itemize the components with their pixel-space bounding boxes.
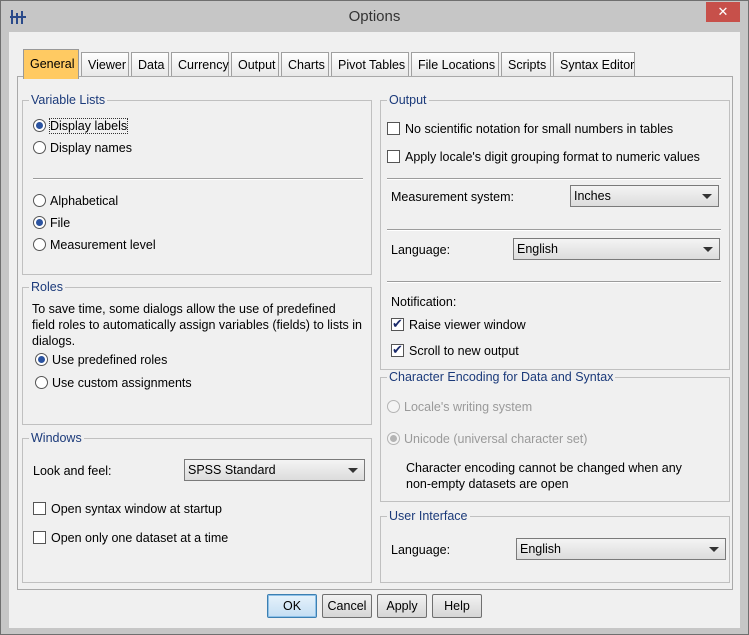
tab-charts[interactable]: Charts xyxy=(281,52,329,78)
tab-file-locations[interactable]: File Locations xyxy=(411,52,499,78)
use-predefined-roles-option[interactable]: Use predefined roles xyxy=(35,352,167,368)
encoding-note: Character encoding cannot be changed whe… xyxy=(406,461,682,491)
alphabetical-radio[interactable] xyxy=(33,194,46,207)
open-syntax-window-checkbox[interactable] xyxy=(33,502,46,515)
tab-currency[interactable]: Currency xyxy=(171,52,229,78)
display-names-radio[interactable] xyxy=(33,141,46,154)
options-dialog: Options ✕ General Viewer Data Currency O… xyxy=(0,0,749,635)
cancel-button[interactable]: Cancel xyxy=(322,594,372,618)
ui-language-label: Language: xyxy=(391,543,451,557)
chevron-down-icon xyxy=(702,194,712,199)
character-encoding-legend: Character Encoding for Data and Syntax xyxy=(387,370,616,384)
tab-viewer[interactable]: Viewer xyxy=(81,52,129,78)
output-group: Output No scientific notation for small … xyxy=(380,93,730,370)
tab-data[interactable]: Data xyxy=(131,52,169,78)
user-interface-group: User Interface Language: English xyxy=(380,509,730,583)
output-language-dropdown[interactable]: English xyxy=(513,238,720,260)
use-predefined-roles-radio[interactable] xyxy=(35,353,48,366)
roles-description: To save time, some dialogs allow the use… xyxy=(32,302,362,348)
character-encoding-group: Character Encoding for Data and Syntax L… xyxy=(380,370,730,502)
window-title: Options xyxy=(348,8,401,25)
ok-button[interactable]: OK xyxy=(267,594,317,618)
look-and-feel-label: Look and feel: xyxy=(33,464,112,478)
close-button[interactable]: ✕ xyxy=(706,2,740,22)
ui-language-dropdown[interactable]: English xyxy=(516,538,726,560)
no-scientific-notation-checkbox[interactable] xyxy=(387,122,400,135)
apply-locale-grouping-option[interactable]: Apply locale's digit grouping format to … xyxy=(387,149,700,165)
measurement-system-label: Measurement system: xyxy=(391,190,514,204)
use-custom-assignments-radio[interactable] xyxy=(35,376,48,389)
locale-writing-system-option[interactable]: Locale's writing system xyxy=(387,399,532,415)
unicode-option[interactable]: Unicode (universal character set) xyxy=(387,431,587,447)
help-button[interactable]: Help xyxy=(432,594,482,618)
output-separator-2 xyxy=(387,229,721,231)
measurement-level-option[interactable]: Measurement level xyxy=(33,237,156,253)
tab-output[interactable]: Output xyxy=(231,52,279,78)
output-separator-3 xyxy=(387,281,721,283)
use-custom-assignments-option[interactable]: Use custom assignments xyxy=(35,375,192,391)
apply-locale-grouping-checkbox[interactable] xyxy=(387,150,400,163)
tab-scripts[interactable]: Scripts xyxy=(501,52,551,78)
display-labels-option[interactable]: Display labels xyxy=(33,118,129,134)
chevron-down-icon xyxy=(703,247,713,252)
scroll-to-new-output-checkbox[interactable] xyxy=(391,342,404,358)
no-scientific-notation-option[interactable]: No scientific notation for small numbers… xyxy=(387,121,673,137)
open-syntax-window-option[interactable]: Open syntax window at startup xyxy=(33,501,222,517)
display-names-option[interactable]: Display names xyxy=(33,140,132,156)
roles-legend: Roles xyxy=(29,280,65,294)
tab-pivot-tables[interactable]: Pivot Tables xyxy=(331,52,409,78)
measurement-level-radio[interactable] xyxy=(33,238,46,251)
chevron-down-icon xyxy=(709,547,719,552)
display-labels-radio[interactable] xyxy=(33,119,46,132)
one-dataset-option[interactable]: Open only one dataset at a time xyxy=(33,530,228,546)
close-icon: ✕ xyxy=(717,4,729,19)
title-bar[interactable]: Options ✕ xyxy=(1,1,748,32)
apply-button[interactable]: Apply xyxy=(377,594,427,618)
measurement-system-dropdown[interactable]: Inches xyxy=(570,185,719,207)
scroll-to-new-output-option[interactable]: Scroll to new output xyxy=(391,342,519,359)
output-legend: Output xyxy=(387,93,429,107)
alphabetical-option[interactable]: Alphabetical xyxy=(33,193,118,209)
tab-syntax-editor[interactable]: Syntax Editor xyxy=(553,52,635,78)
one-dataset-checkbox[interactable] xyxy=(33,531,46,544)
raise-viewer-window-option[interactable]: Raise viewer window xyxy=(391,316,526,333)
file-order-radio[interactable] xyxy=(33,216,46,229)
variable-lists-separator xyxy=(33,178,363,180)
windows-group: Windows Look and feel: SPSS Standard Ope… xyxy=(22,431,372,583)
locale-writing-system-radio[interactable] xyxy=(387,400,400,413)
raise-viewer-window-checkbox[interactable] xyxy=(391,316,404,332)
output-language-label: Language: xyxy=(391,243,451,257)
windows-legend: Windows xyxy=(29,431,84,445)
chevron-down-icon xyxy=(348,468,358,473)
tab-general[interactable]: General xyxy=(23,49,79,79)
user-interface-legend: User Interface xyxy=(387,509,470,523)
file-order-option[interactable]: File xyxy=(33,215,70,231)
roles-group: Roles To save time, some dialogs allow t… xyxy=(22,280,372,425)
dialog-body: General Viewer Data Currency Output Char… xyxy=(9,32,740,628)
variable-lists-group: Variable Lists Display labels Display na… xyxy=(22,93,372,275)
output-separator-1 xyxy=(387,178,721,180)
look-and-feel-dropdown[interactable]: SPSS Standard xyxy=(184,459,365,481)
general-tab-panel: Variable Lists Display labels Display na… xyxy=(17,76,733,590)
unicode-radio[interactable] xyxy=(387,432,400,445)
variable-lists-legend: Variable Lists xyxy=(29,93,108,107)
notification-label: Notification: xyxy=(391,295,457,309)
